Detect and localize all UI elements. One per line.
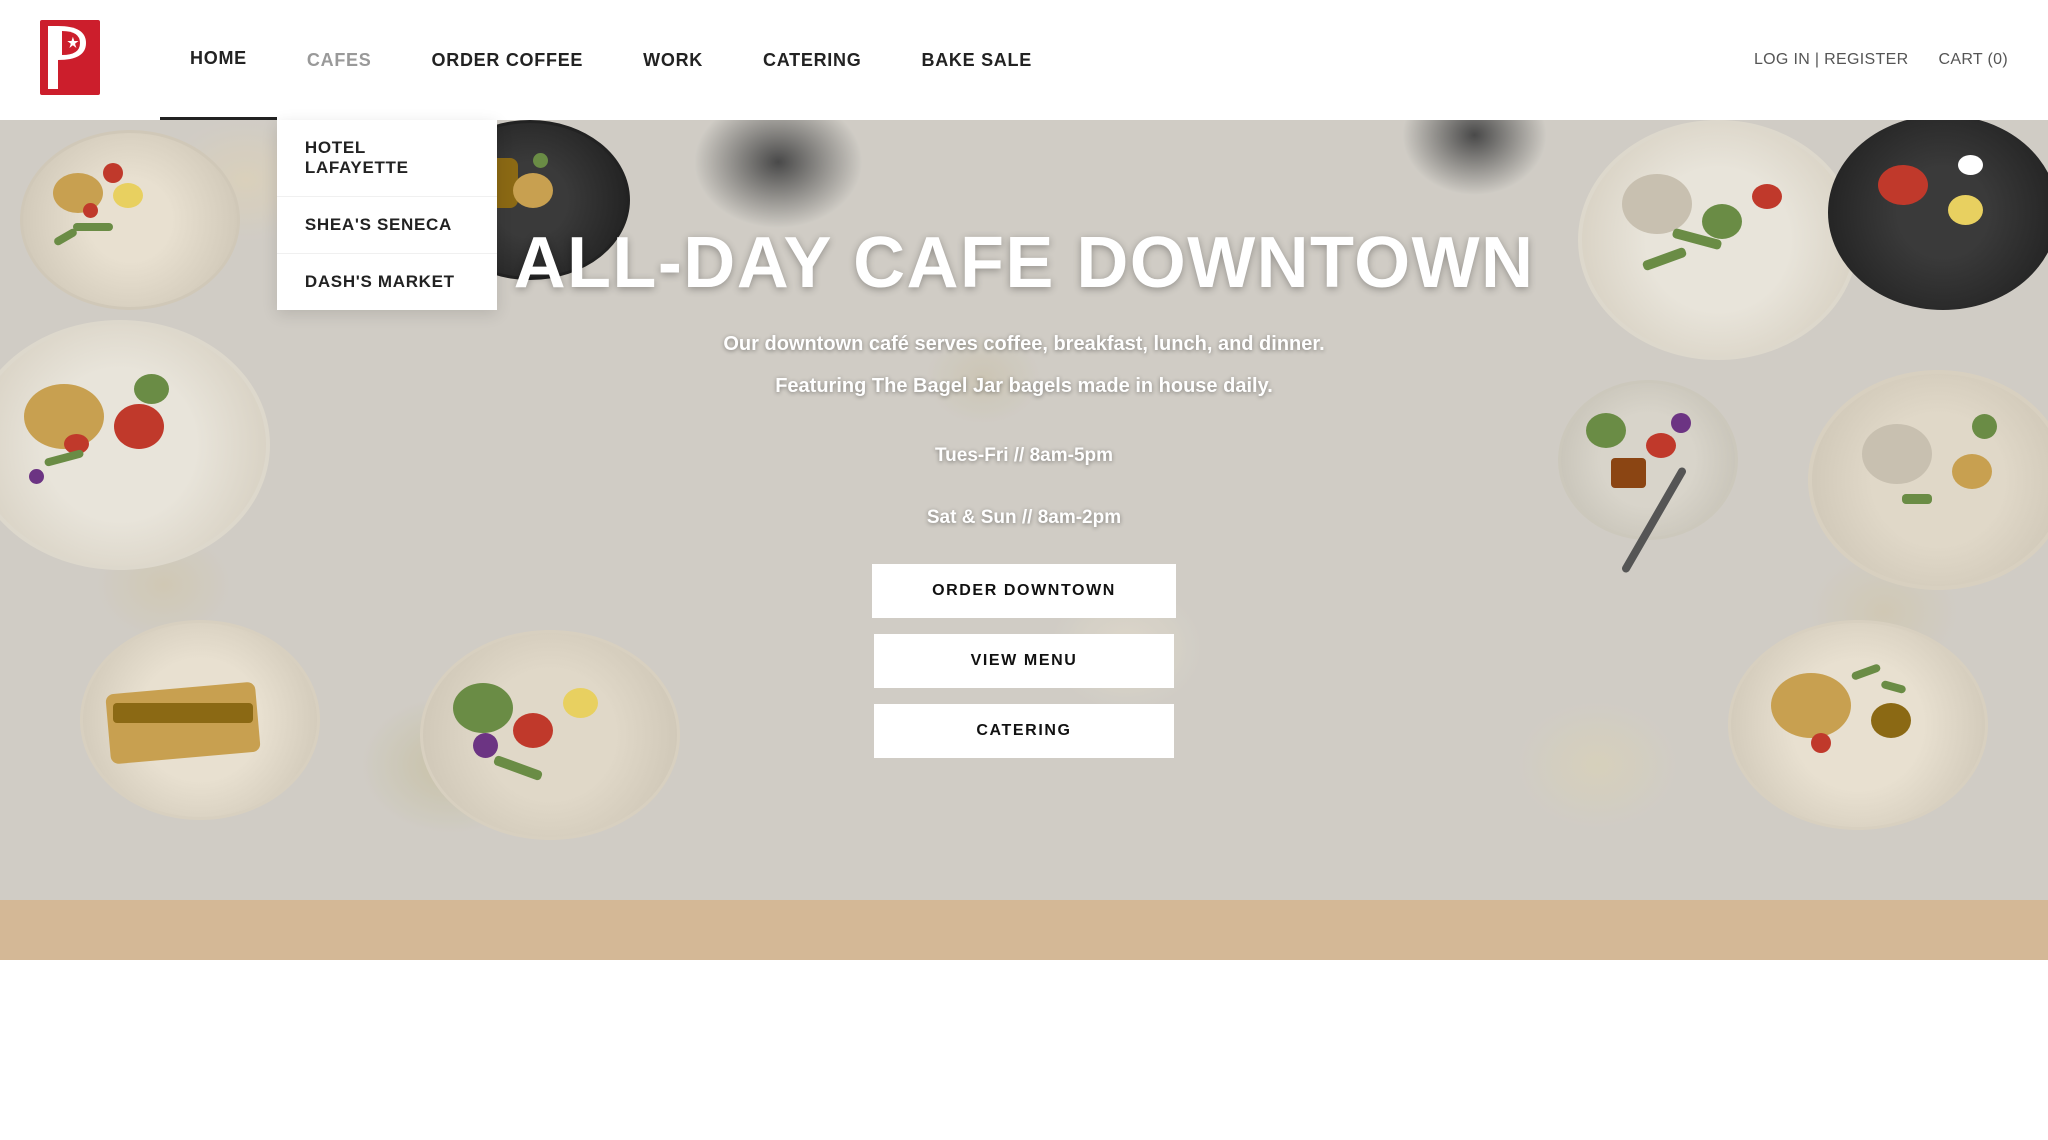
dropdown-item-dashs-market[interactable]: DASH'S MARKET xyxy=(277,254,497,310)
nav-links: HOME CAFES HOTEL LAFAYETTE SHEA'S SENECA… xyxy=(160,0,1754,120)
cart-link[interactable]: CART (0) xyxy=(1938,51,2008,69)
hero-subtitle-line2: Featuring The Bagel Jar bagels made in h… xyxy=(775,370,1273,402)
dropdown-item-sheas-seneca[interactable]: SHEA'S SENECA xyxy=(277,197,497,254)
login-register-link[interactable]: LOG IN | REGISTER xyxy=(1754,51,1909,69)
bottom-bar xyxy=(0,900,2048,960)
hero-hours-line1: Tues-Fri // 8am-5pm xyxy=(935,440,1113,472)
hero-title: ALL-DAY CAFE DOWNTOWN xyxy=(514,222,1535,304)
nav-right: LOG IN | REGISTER CART (0) xyxy=(1754,51,2008,69)
nav-item-order-coffee[interactable]: ORDER COFFEE xyxy=(402,0,614,120)
nav-item-home[interactable]: HOME xyxy=(160,0,277,120)
logo[interactable] xyxy=(40,20,100,100)
hero-hours-line2: Sat & Sun // 8am-2pm xyxy=(927,502,1121,534)
hero-buttons: ORDER DOWNTOWN VIEW MENU CATERING xyxy=(872,564,1176,758)
view-menu-button[interactable]: VIEW MENU xyxy=(874,634,1174,688)
nav-item-work[interactable]: WORK xyxy=(613,0,733,120)
hero-subtitle-line1: Our downtown café serves coffee, breakfa… xyxy=(723,328,1324,360)
nav-item-catering[interactable]: CATERING xyxy=(733,0,891,120)
nav-item-cafes[interactable]: CAFES xyxy=(277,0,402,120)
catering-button[interactable]: CATERING xyxy=(874,704,1174,758)
nav-cafes-wrapper: CAFES HOTEL LAFAYETTE SHEA'S SENECA DASH… xyxy=(277,0,402,120)
order-downtown-button[interactable]: ORDER DOWNTOWN xyxy=(872,564,1176,618)
navbar: HOME CAFES HOTEL LAFAYETTE SHEA'S SENECA… xyxy=(0,0,2048,120)
cafes-dropdown: HOTEL LAFAYETTE SHEA'S SENECA DASH'S MAR… xyxy=(277,120,497,310)
dropdown-item-hotel-lafayette[interactable]: HOTEL LAFAYETTE xyxy=(277,120,497,197)
nav-item-bake-sale[interactable]: BAKE SALE xyxy=(891,0,1062,120)
